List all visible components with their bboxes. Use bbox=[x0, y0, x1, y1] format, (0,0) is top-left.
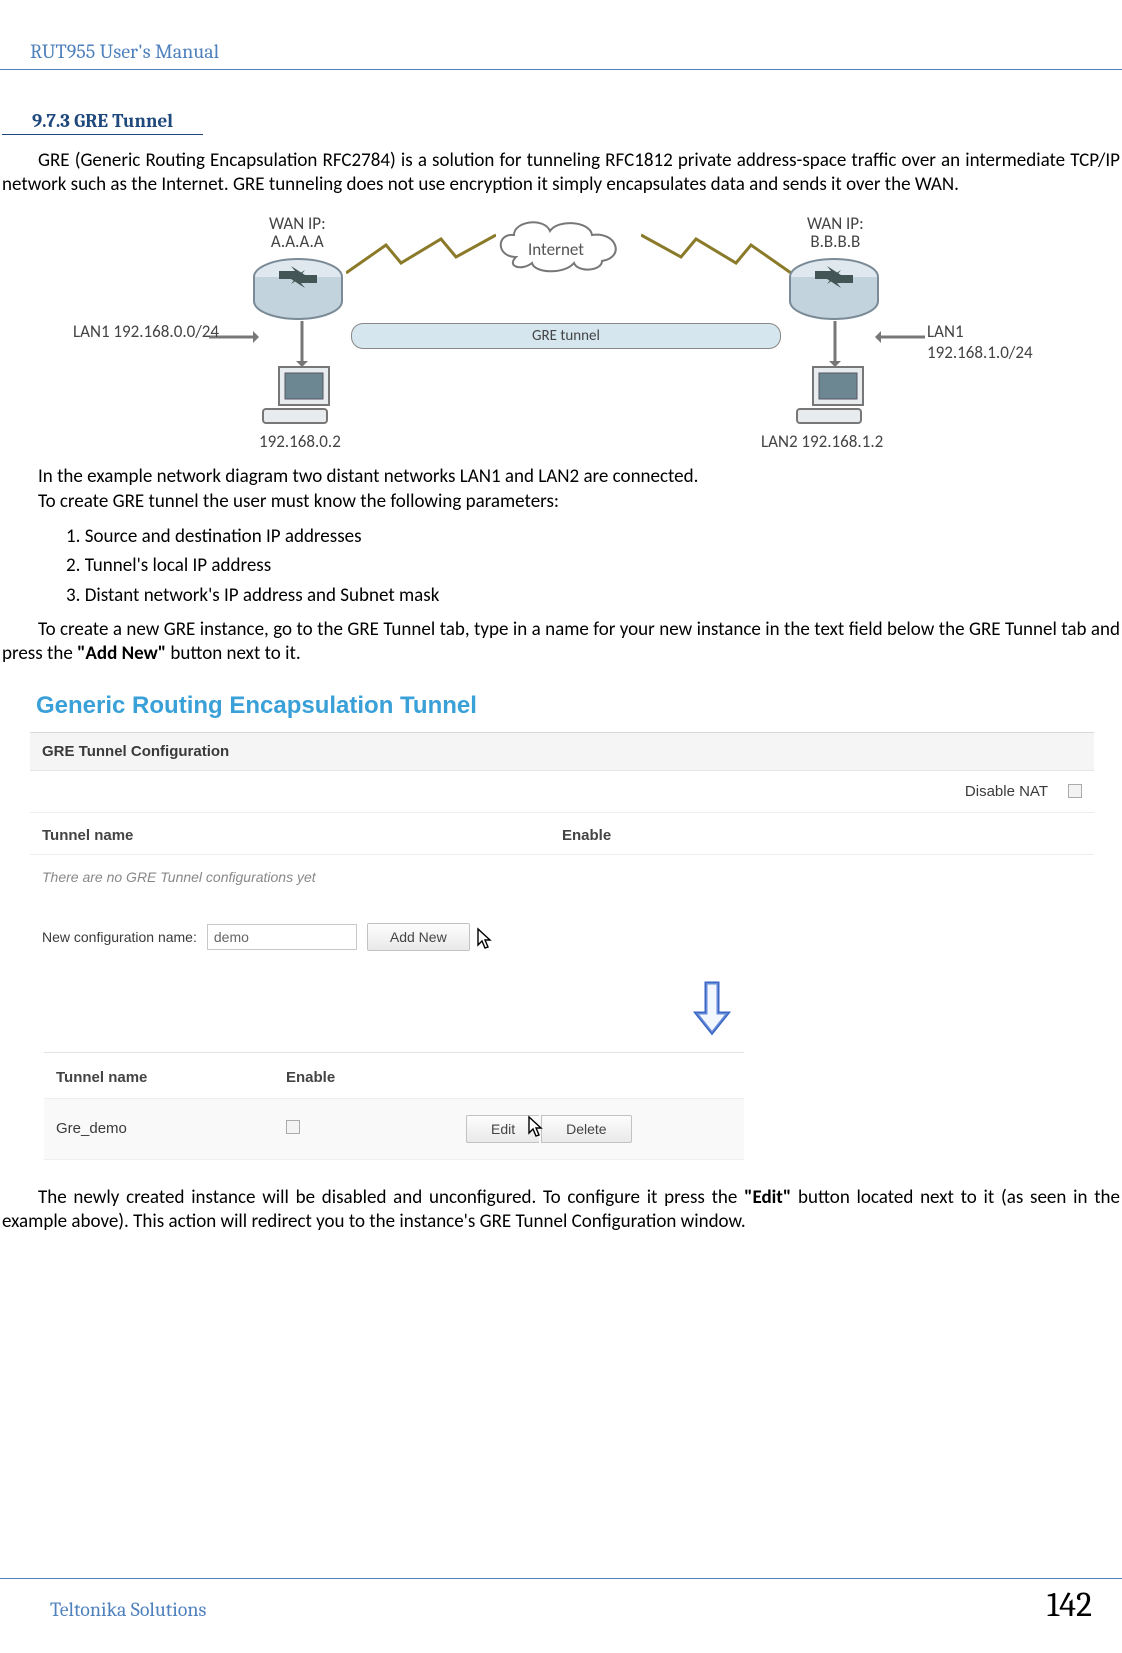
footer-company: Teltonika Solutions bbox=[50, 1598, 206, 1621]
wan-b-label: WAN IP:B.B.B.B bbox=[807, 215, 864, 252]
add-new-button[interactable]: Add New bbox=[367, 923, 470, 951]
lightning-right-icon bbox=[641, 233, 791, 288]
gre-tunnel-band: GRE tunnel bbox=[351, 323, 781, 349]
router-a-icon bbox=[251, 257, 345, 323]
add-new-button-label: Add New bbox=[390, 929, 447, 945]
paragraph-2: In the example network diagram two dista… bbox=[2, 465, 1120, 491]
parameters-list: 1. Source and destination IP addresses 2… bbox=[2, 518, 1120, 618]
row-enable-checkbox[interactable] bbox=[286, 1120, 300, 1134]
lan1-host-label: 192.168.0.2 bbox=[259, 431, 341, 452]
paragraph-3: To create GRE tunnel the user must know … bbox=[2, 490, 1120, 518]
col-header-enable: Enable bbox=[562, 827, 611, 844]
para4-b: "Add New" bbox=[77, 642, 166, 665]
delete-button[interactable]: Delete bbox=[541, 1115, 631, 1143]
lan2-connector-icon bbox=[875, 329, 925, 350]
col2-header-tunnel-name: Tunnel name bbox=[56, 1069, 286, 1086]
para4-c: button next to it. bbox=[166, 642, 301, 665]
paragraph-5: The newly created instance will be disab… bbox=[2, 1186, 1120, 1244]
col-header-tunnel-name: Tunnel name bbox=[42, 827, 562, 844]
col2-header-enable: Enable bbox=[286, 1069, 335, 1086]
cursor-icon bbox=[474, 927, 494, 954]
section-title: GRE Tunnel bbox=[74, 110, 173, 132]
cursor-icon-2 bbox=[525, 1115, 545, 1151]
list-item-1: 1. Source and destination IP addresses bbox=[66, 522, 1120, 551]
row-tunnel-name: Gre_demo bbox=[56, 1120, 286, 1137]
list-item-2: 2. Tunnel's local IP address bbox=[66, 551, 1120, 580]
para5-b: "Edit" bbox=[744, 1186, 791, 1209]
paragraph-4: To create a new GRE instance, go to the … bbox=[2, 618, 1120, 676]
disable-nat-label: Disable NAT bbox=[782, 783, 1062, 800]
lightning-left-icon bbox=[346, 233, 496, 288]
para5-a: The newly created instance will be disab… bbox=[38, 1186, 744, 1209]
ui-panel-header: GRE Tunnel Configuration bbox=[30, 733, 1094, 771]
delete-button-label: Delete bbox=[566, 1121, 606, 1137]
wan-a-label: WAN IP:A.A.A.A bbox=[269, 215, 326, 252]
footer-page-number: 142 bbox=[1047, 1585, 1092, 1625]
down-arrow-icon bbox=[330, 981, 1094, 1042]
network-diagram: Internet WAN IP:A.A.A.A WAN IP:B.B.B.B bbox=[101, 211, 1021, 451]
disable-nat-checkbox[interactable] bbox=[1068, 784, 1082, 798]
edit-button-label: Edit bbox=[491, 1121, 515, 1137]
page-header: RUT955 User's Manual bbox=[0, 40, 1122, 70]
gre-instance-row: Gre_demo Edit Delete bbox=[44, 1099, 744, 1160]
paragraph-intro: GRE (Generic Routing Encapsulation RFC27… bbox=[2, 149, 1120, 207]
list-item-3: 3. Distant network's IP address and Subn… bbox=[66, 581, 1120, 610]
ui-screenshot-add: Generic Routing Encapsulation Tunnel GRE… bbox=[30, 684, 1094, 1160]
lan2-cidr-label: LAN1 192.168.1.0/24 bbox=[927, 321, 1033, 363]
pc-b-icon bbox=[795, 365, 873, 432]
new-config-input[interactable] bbox=[207, 924, 357, 950]
lan2-host-label: LAN2 192.168.1.2 bbox=[761, 431, 883, 452]
ui-page-title: Generic Routing Encapsulation Tunnel bbox=[30, 684, 1094, 732]
internet-label: Internet bbox=[528, 239, 584, 260]
section-heading: 9.7.3 GRE Tunnel bbox=[2, 110, 203, 135]
empty-state-text: There are no GRE Tunnel configurations y… bbox=[30, 855, 1094, 913]
new-config-label: New configuration name: bbox=[42, 929, 197, 945]
router-b-icon bbox=[787, 257, 881, 323]
page-footer: Teltonika Solutions 142 bbox=[0, 1578, 1122, 1625]
lan1-cidr-label: LAN1 192.168.0.0/24 bbox=[73, 321, 219, 342]
pc-a-icon bbox=[261, 365, 339, 432]
section-number: 9.7.3 bbox=[32, 110, 70, 132]
